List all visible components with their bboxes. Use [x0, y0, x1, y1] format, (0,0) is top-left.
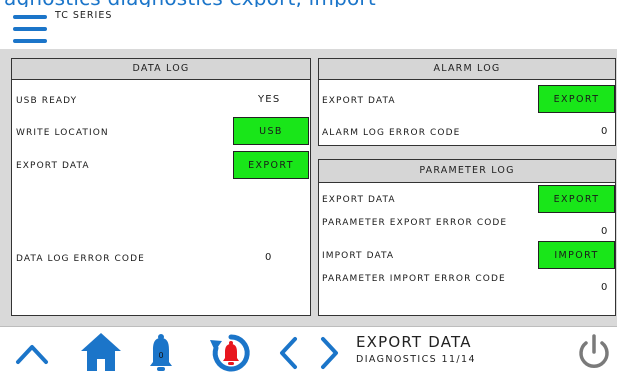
power-icon[interactable]: [575, 333, 613, 373]
chevron-right-icon[interactable]: [318, 335, 342, 371]
data-log-error-label: DATA LOG ERROR CODE: [16, 254, 145, 264]
usb-ready-value: YES: [258, 94, 281, 105]
footer-nav: 0 EXPORT DATA DIAGNOSTICS 11/14: [0, 326, 617, 379]
series-label: TC SERIES: [55, 10, 113, 21]
alarm-count: 0: [158, 351, 164, 360]
menu-icon[interactable]: [13, 12, 49, 48]
data-log-panel: DATA LOG USB READY YES WRITE LOCATION US…: [11, 58, 311, 316]
chevron-up-icon[interactable]: [14, 340, 50, 366]
parameter-import-error-label: PARAMETER IMPORT ERROR CODE: [322, 274, 506, 284]
alarm-export-label: EXPORT DATA: [322, 96, 396, 106]
data-export-button[interactable]: EXPORT: [233, 151, 309, 179]
alarm-history-icon[interactable]: [208, 331, 254, 375]
alarm-export-button[interactable]: EXPORT: [538, 85, 615, 113]
write-location-label: WRITE LOCATION: [16, 128, 109, 138]
parameter-export-error-label: PARAMETER EXPORT ERROR CODE: [322, 218, 508, 228]
usb-ready-label: USB READY: [16, 96, 78, 106]
screen-subtitle: DIAGNOSTICS 11/14: [356, 354, 476, 365]
parameter-log-title: PARAMETER LOG: [319, 160, 615, 183]
header: TC SERIES: [0, 7, 617, 49]
data-log-title: DATA LOG: [12, 59, 310, 80]
screen-title: EXPORT DATA: [356, 333, 472, 351]
parameter-import-button[interactable]: IMPORT: [538, 241, 615, 269]
parameter-log-panel: PARAMETER LOG EXPORT DATA EXPORT PARAMET…: [318, 159, 616, 316]
main-content: DATA LOG USB READY YES WRITE LOCATION US…: [0, 49, 617, 326]
alarm-log-panel: ALARM LOG EXPORT DATA EXPORT ALARM LOG E…: [318, 58, 616, 146]
alarm-log-error-label: ALARM LOG ERROR CODE: [322, 128, 461, 138]
bell-icon[interactable]: 0: [147, 332, 175, 372]
data-export-label: EXPORT DATA: [16, 161, 90, 171]
parameter-import-error-value: 0: [601, 282, 609, 293]
home-icon[interactable]: [79, 331, 123, 373]
parameter-import-label: IMPORT DATA: [322, 251, 395, 261]
parameter-export-label: EXPORT DATA: [322, 195, 396, 205]
alarm-log-error-value: 0: [601, 126, 609, 137]
chevron-left-icon[interactable]: [276, 335, 300, 371]
parameter-export-button[interactable]: EXPORT: [538, 185, 615, 213]
data-log-error-value: 0: [265, 252, 273, 263]
usb-button[interactable]: USB: [233, 117, 309, 145]
alarm-log-title: ALARM LOG: [319, 59, 615, 80]
parameter-export-error-value: 0: [601, 226, 609, 237]
